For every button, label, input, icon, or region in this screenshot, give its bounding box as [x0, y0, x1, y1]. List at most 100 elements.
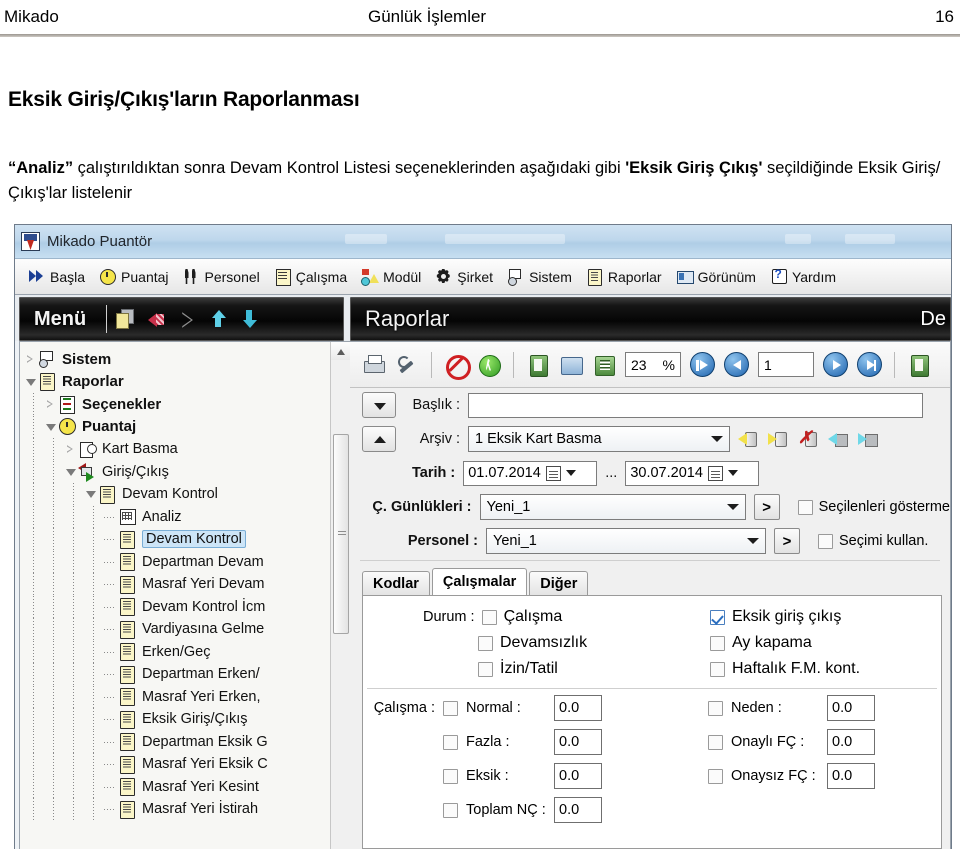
tree-item-analiz[interactable]: Analiz — [24, 505, 330, 529]
tree-item-masraf-yeri-devam[interactable]: Masraf Yeri Devam — [24, 573, 330, 596]
calisma-onaysiz-checkbox[interactable] — [708, 768, 723, 784]
tree-item-departman-eksik-g[interactable]: Departman Eksik G — [24, 730, 330, 754]
main-menu-bar[interactable]: Başla Puantaj Personel Çalışma Modül Şir… — [15, 259, 951, 295]
menu-item-modul[interactable]: Modül — [356, 266, 430, 287]
calisma-row-toplam[interactable]: Toplam NÇ : 0.0 — [363, 793, 668, 827]
move-up-icon[interactable] — [209, 309, 229, 329]
stop-icon[interactable] — [444, 353, 471, 380]
baslik-input[interactable] — [468, 392, 923, 418]
tree-item-kart-basma[interactable]: Kart Basma — [24, 438, 330, 461]
menu-item-puantaj[interactable]: Puantaj — [94, 266, 177, 287]
collapse-up-button[interactable] — [362, 426, 396, 452]
chevron-down-icon[interactable] — [64, 461, 78, 484]
collapse-down-button[interactable] — [362, 392, 396, 418]
zoom-input[interactable]: 23 % — [625, 352, 681, 377]
calisma-normal-value[interactable]: 0.0 — [554, 695, 602, 721]
tree-item-masraf-yeri-kesint[interactable]: Masraf Yeri Kesint — [24, 775, 330, 799]
print-icon[interactable] — [362, 353, 386, 377]
durum-row-izintatil[interactable]: İzin/Tatil — [423, 656, 668, 682]
calendar-icon[interactable] — [707, 465, 723, 481]
calisma-neden-value[interactable]: 0.0 — [827, 695, 875, 721]
tree-item-devam-kontrol[interactable]: Devam Kontrol — [24, 528, 330, 551]
tarih-end-input[interactable]: 30.07.2014 — [625, 460, 760, 486]
run-icon[interactable] — [477, 353, 501, 377]
preview-icon[interactable] — [592, 353, 616, 377]
tree-scrollbar[interactable] — [330, 342, 350, 849]
archive-new-icon[interactable] — [768, 428, 790, 450]
calisma-normal-checkbox[interactable] — [443, 700, 458, 716]
first-page-icon[interactable] — [690, 352, 715, 377]
tree-item-eksik-giri-k[interactable]: Eksik Giriş/Çıkış — [24, 708, 330, 731]
durum-calisma-checkbox[interactable] — [481, 609, 497, 625]
durum-eksik-giris-cikis-checkbox[interactable] — [710, 609, 725, 625]
durum-row-calisma[interactable]: Durum : Çalışma — [423, 604, 668, 630]
report-tree[interactable]: Sistem Raporlar Seçenekler Puantaj Kart Basm… — [20, 342, 330, 849]
menu-item-yardim[interactable]: Yardım — [765, 266, 845, 287]
tree-item-raporlar[interactable]: Raporlar — [24, 371, 330, 394]
calisma-row-neden[interactable]: Neden : 0.0 — [708, 691, 941, 725]
gunlukleri-select[interactable]: Yeni_1 — [479, 494, 746, 520]
forward-arrow-icon[interactable] — [178, 309, 198, 329]
durum-row-ay-kapama[interactable]: Ay kapama — [710, 630, 941, 656]
scroll-up-arrow[interactable] — [331, 342, 350, 360]
tree-item-devam-kontrol[interactable]: Devam Kontrol — [24, 483, 330, 506]
tree-item-sistem[interactable]: Sistem — [24, 348, 330, 371]
calendar-icon[interactable] — [545, 465, 561, 481]
chevron-right-icon[interactable] — [64, 438, 78, 461]
chevron-right-icon[interactable] — [24, 348, 38, 371]
chevron-down-icon[interactable] — [727, 470, 738, 476]
menu-item-gorunum[interactable]: Görünüm — [671, 266, 765, 287]
tree-item-vardiyas-na-gelme[interactable]: Vardiyasına Gelme — [24, 618, 330, 641]
calisma-neden-checkbox[interactable] — [708, 700, 723, 716]
report-icon[interactable] — [907, 353, 931, 377]
secimi-kullan-row[interactable]: Seçimi kullan. — [818, 533, 928, 549]
calisma-row-eksik[interactable]: Eksik : 0.0 — [363, 759, 668, 793]
menu-item-sirket[interactable]: Şirket — [430, 266, 502, 287]
calisma-onayli-value[interactable]: 0.0 — [827, 729, 875, 755]
export-doc-icon[interactable] — [526, 353, 550, 377]
tree-item-puantaj[interactable]: Puantaj — [24, 415, 330, 439]
arsiv-select[interactable]: 1 Eksik Kart Basma — [468, 426, 730, 452]
next-page-icon[interactable] — [823, 352, 848, 377]
calisma-eksik-value[interactable]: 0.0 — [554, 763, 602, 789]
archive-save-icon[interactable] — [858, 428, 880, 450]
menu-item-personel[interactable]: Personel — [178, 266, 269, 287]
tree-item-se-enekler[interactable]: Seçenekler — [24, 393, 330, 416]
secimi-kullan-checkbox[interactable] — [818, 533, 833, 549]
tree-item-masraf-yeri-eksik-c[interactable]: Masraf Yeri Eksik C — [24, 753, 330, 776]
filter-tabs[interactable]: Kodlar Çalışmalar Diğer — [350, 567, 950, 595]
durum-devamsizlik-checkbox[interactable] — [478, 635, 493, 651]
tree-item-masraf-yeri-erken[interactable]: Masraf Yeri Erken, — [24, 685, 330, 709]
chevron-down-icon[interactable] — [84, 483, 98, 506]
menu-item-raporlar[interactable]: Raporlar — [581, 266, 671, 287]
archive-delete-icon[interactable]: ✗ — [798, 428, 820, 450]
calisma-toplam-value[interactable]: 0.0 — [554, 797, 602, 823]
calisma-toplam-checkbox[interactable] — [443, 802, 458, 818]
tree-item-departman-devam[interactable]: Departman Devam — [24, 550, 330, 574]
durum-haftalik-checkbox[interactable] — [710, 661, 725, 677]
secilenleri-gosterme-checkbox[interactable] — [797, 499, 813, 515]
page-input[interactable]: 1 — [758, 352, 814, 377]
calisma-row-normal[interactable]: Çalışma : Normal : 0.0 — [363, 691, 668, 725]
gunlukleri-expand-button[interactable]: > — [753, 494, 780, 520]
prev-page-icon[interactable] — [724, 352, 749, 377]
export-data-icon[interactable] — [559, 353, 583, 377]
calisma-row-onayli[interactable]: Onaylı FÇ : 0.0 — [708, 725, 941, 759]
menu-item-sistem[interactable]: Sistem — [502, 266, 581, 287]
personel-select[interactable]: Yeni_1 — [486, 528, 766, 554]
report-toolbar[interactable]: 23 % 1 — [350, 342, 950, 388]
tarih-start-input[interactable]: 01.07.2014 — [463, 460, 598, 486]
copy-icon[interactable] — [116, 309, 136, 329]
tab-diger[interactable]: Diğer — [529, 571, 589, 595]
durum-row-haftalik[interactable]: Haftalık F.M. kont. — [710, 656, 941, 682]
calisma-onaysiz-value[interactable]: 0.0 — [827, 763, 875, 789]
menu-nav-icons[interactable] — [116, 309, 260, 329]
menu-item-basla[interactable]: Başla — [23, 266, 94, 287]
calisma-row-onaysiz[interactable]: Onaysız FÇ : 0.0 — [708, 759, 941, 793]
menu-item-calisma[interactable]: Çalışma — [269, 266, 356, 287]
wrench-icon[interactable] — [395, 353, 419, 377]
back-arrow-icon[interactable] — [147, 309, 167, 329]
chevron-down-icon[interactable] — [24, 371, 38, 394]
calisma-row-fazla[interactable]: Fazla : 0.0 — [363, 725, 668, 759]
personel-expand-button[interactable]: > — [774, 528, 800, 554]
